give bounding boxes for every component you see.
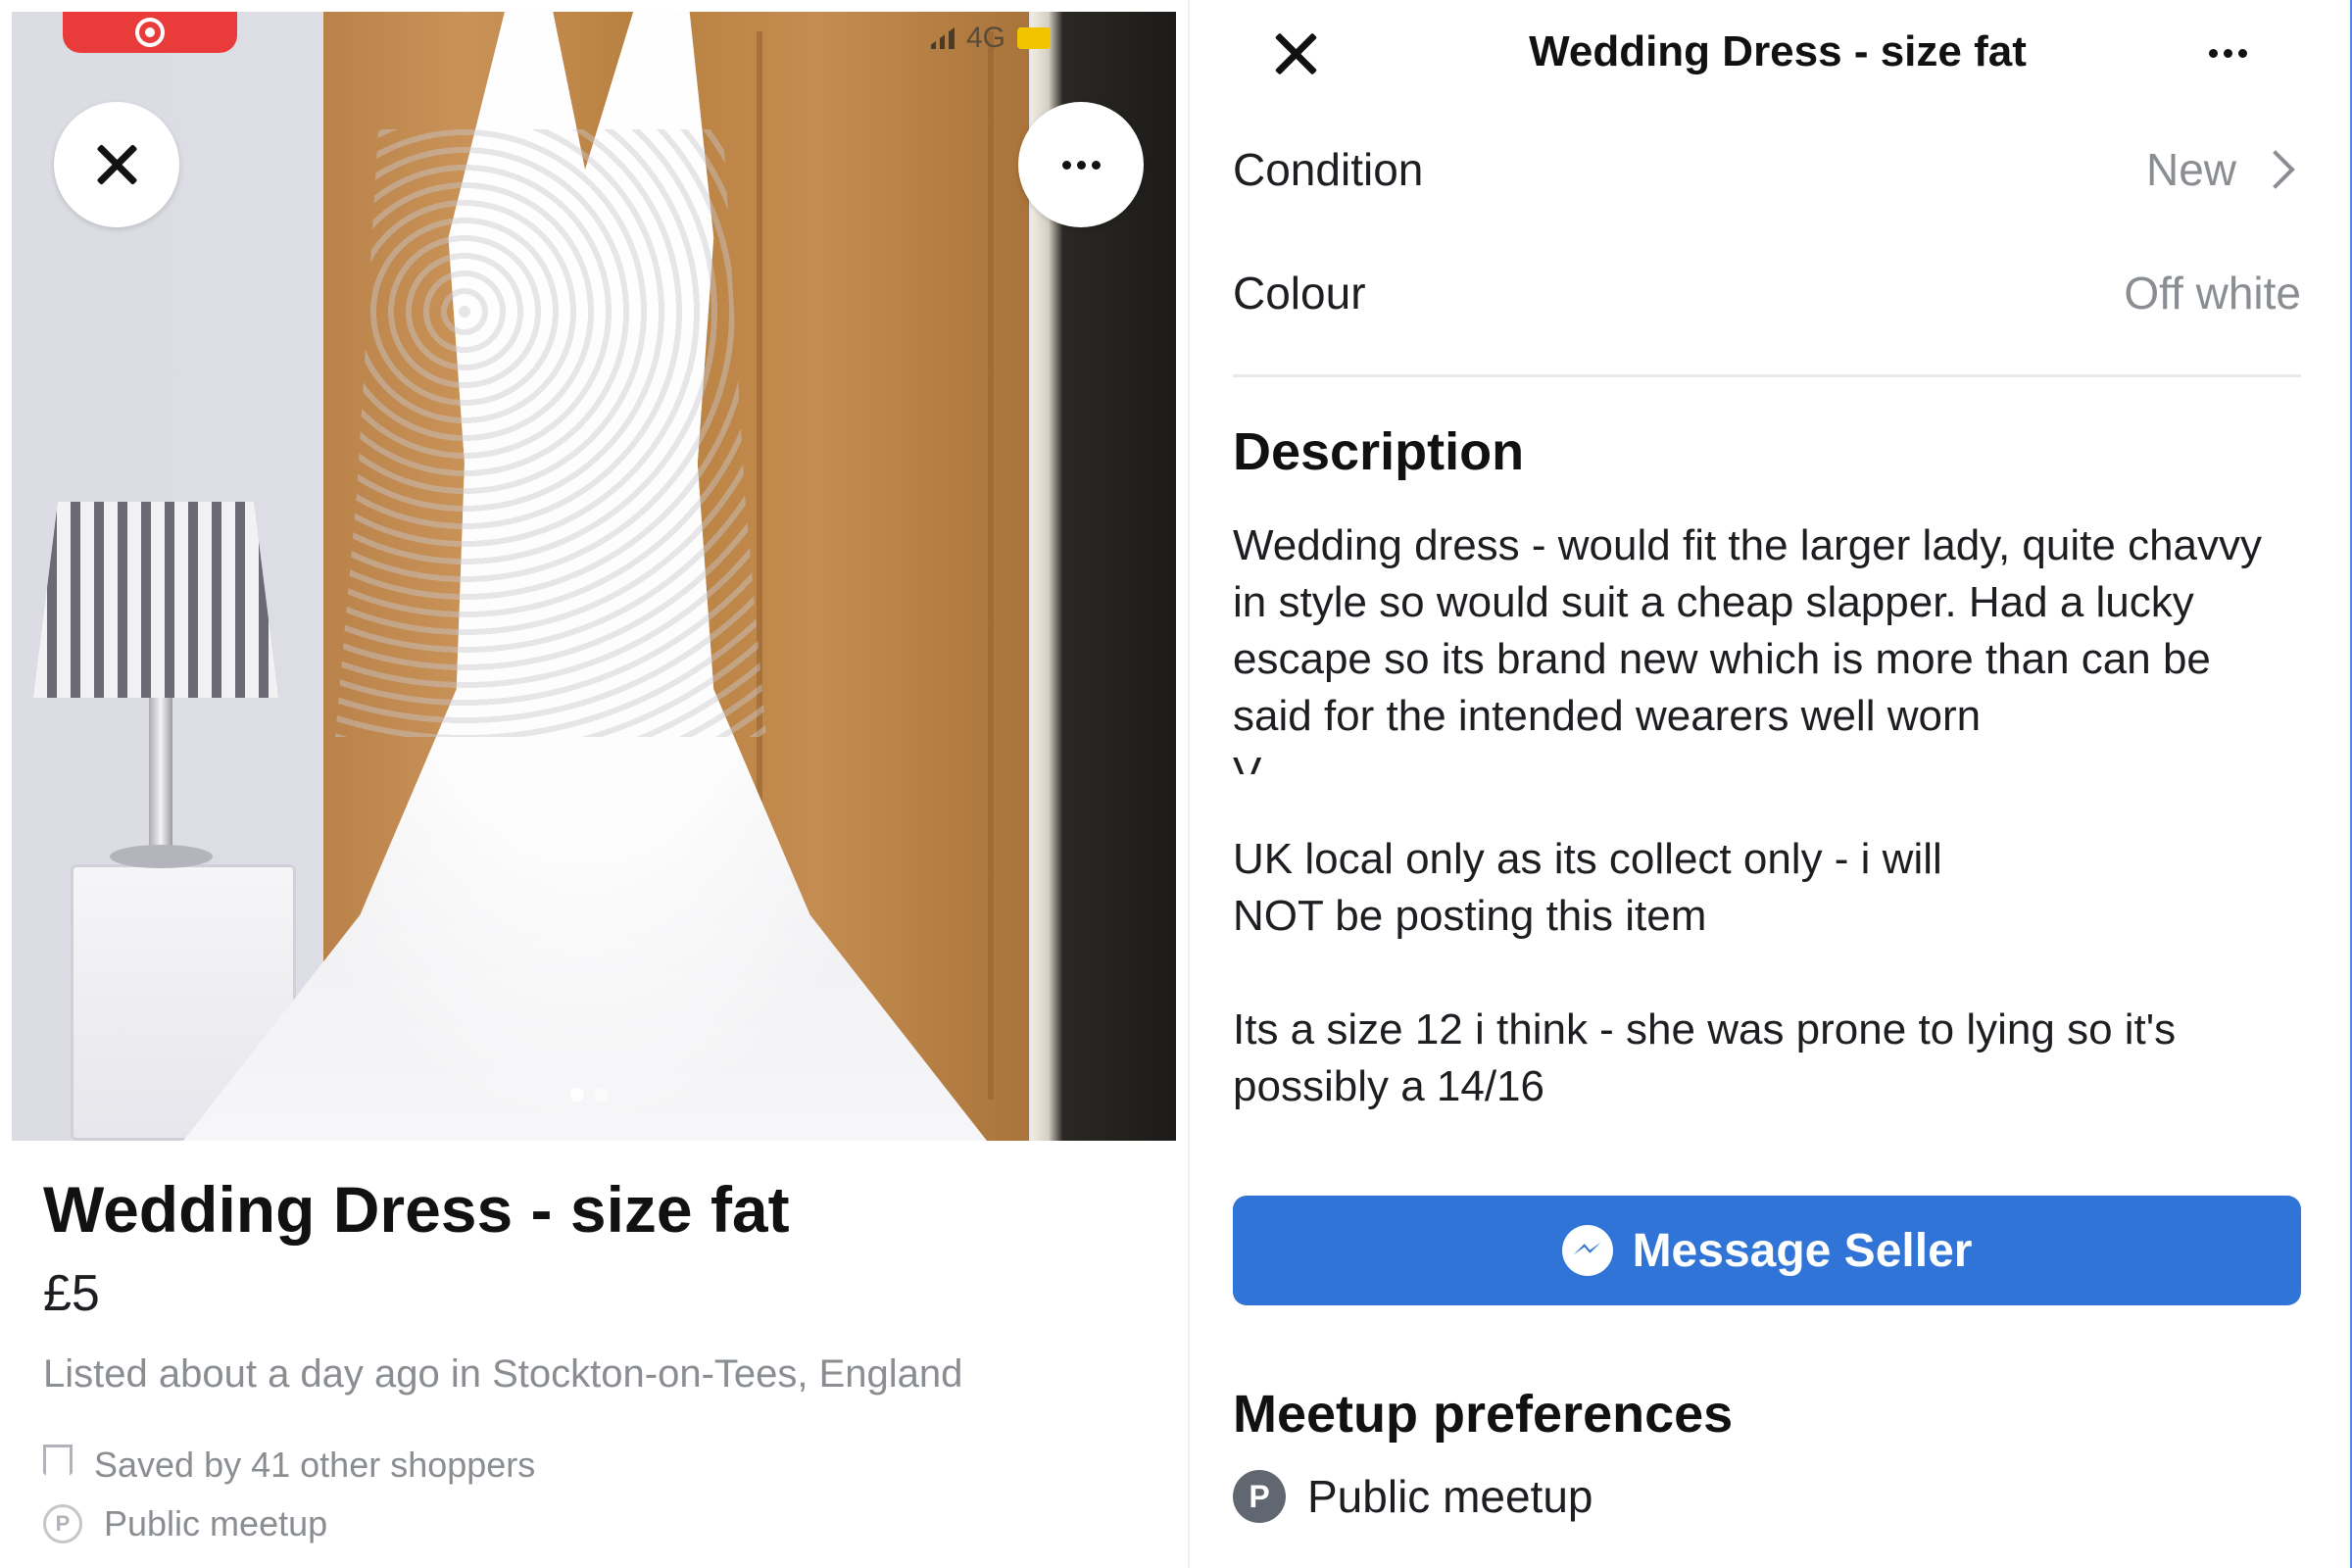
- listing-title: Wedding Dress - size fat: [43, 1173, 790, 1246]
- status-bar: 4G: [931, 22, 1052, 54]
- close-icon: [95, 143, 138, 186]
- saved-count-text: Saved by 41 other shoppers: [94, 1445, 536, 1485]
- pager-dot-active[interactable]: [570, 1088, 584, 1102]
- photo-lamp-foot: [110, 845, 213, 868]
- message-seller-button[interactable]: Message Seller: [1233, 1196, 2301, 1305]
- condition-label: Condition: [1233, 144, 1424, 195]
- listing-price: £5: [43, 1265, 100, 1322]
- listing-photo[interactable]: 4G: [12, 12, 1176, 1141]
- messenger-icon: [1561, 1225, 1613, 1276]
- network-label: 4G: [966, 22, 1006, 54]
- message-seller-label: Message Seller: [1632, 1224, 1973, 1277]
- more-options-button[interactable]: [1018, 102, 1144, 227]
- colour-value: Off white: [2124, 268, 2301, 318]
- photo-dress-lace: [335, 129, 766, 737]
- meetup-preferences-heading: Meetup preferences: [1233, 1385, 1734, 1444]
- description-paragraph: Wedding dress - would fit the larger lad…: [1233, 517, 2301, 774]
- colour-row: Colour Off white: [1233, 267, 2301, 319]
- photo-lamp-shade: [33, 502, 278, 698]
- header-title: Wedding Dress - size fat: [1529, 27, 2027, 75]
- record-icon: [135, 18, 165, 47]
- condition-row[interactable]: Condition New: [1233, 143, 2301, 196]
- meetup-preference-item: P Public meetup: [1233, 1470, 1593, 1523]
- description-cut-off-line: V...: [1233, 749, 1294, 774]
- description-heading: Description: [1233, 422, 1525, 481]
- signal-icon: [931, 27, 955, 49]
- public-meetup-icon: P: [1233, 1470, 1286, 1523]
- listing-details-panel: Wedding Dress - size fat Condition New C…: [1188, 0, 2352, 1568]
- screen-recording-indicator: [63, 12, 237, 53]
- photo-pager[interactable]: [570, 1088, 608, 1102]
- condition-value: New: [2145, 144, 2236, 195]
- chevron-right-icon: [2256, 150, 2295, 189]
- meetup-text: Public meetup: [104, 1503, 328, 1544]
- description-body: Wedding dress - would fit the larger lad…: [1233, 517, 2301, 1115]
- public-meetup-icon: P: [43, 1504, 82, 1544]
- listing-location-time: Listed about a day ago in Stockton-on-Te…: [43, 1352, 963, 1396]
- saved-count[interactable]: Saved by 41 other shoppers: [43, 1445, 535, 1486]
- description-paragraph: Its a size 12 i think - she was prone to…: [1233, 1005, 2177, 1110]
- close-button[interactable]: [54, 102, 179, 227]
- meetup-info: P Public meetup: [43, 1503, 327, 1544]
- description-paragraph: UK local only as its collect only - i wi…: [1233, 835, 1942, 940]
- close-icon[interactable]: [1272, 29, 1321, 78]
- meetup-preference-text: Public meetup: [1307, 1471, 1593, 1522]
- colour-label: Colour: [1233, 268, 1366, 318]
- more-icon[interactable]: [2209, 49, 2247, 58]
- more-icon: [1061, 160, 1101, 170]
- listing-preview-panel: 4G Wedding Dress - size fat £5 Listed ab…: [0, 0, 1176, 1568]
- divider: [1233, 374, 2301, 377]
- pager-dot[interactable]: [594, 1088, 608, 1102]
- battery-icon: [1017, 27, 1052, 49]
- photo-lamp-base: [149, 698, 172, 864]
- bookmark-icon: [43, 1445, 73, 1486]
